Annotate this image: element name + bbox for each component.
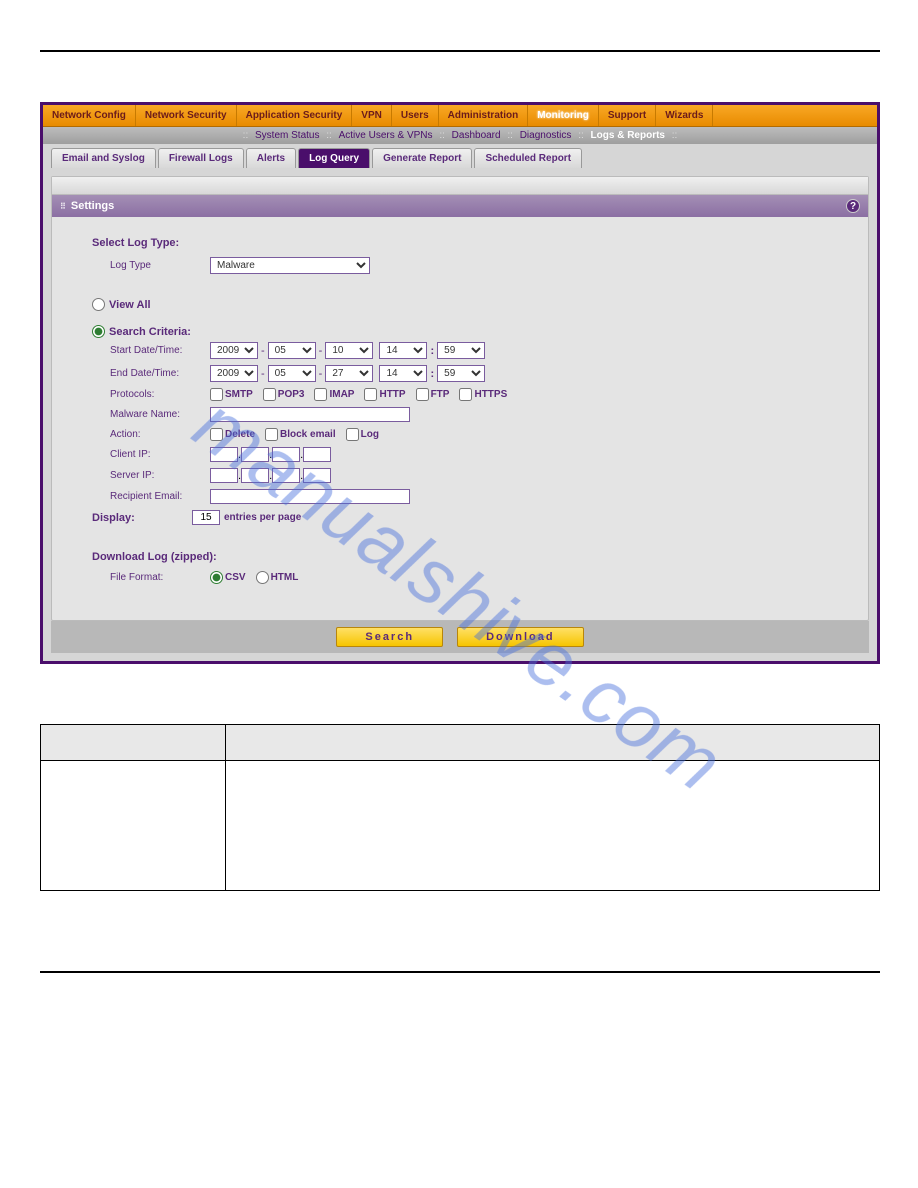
nav-administration[interactable]: Administration bbox=[439, 105, 529, 126]
tab-bar: Email and Syslog Firewall Logs Alerts Lo… bbox=[43, 144, 877, 168]
search-criteria-label: Search Criteria: bbox=[109, 326, 191, 338]
protocol-http-checkbox[interactable] bbox=[364, 388, 377, 401]
start-day-select[interactable]: 10 bbox=[325, 342, 373, 359]
select-log-type-heading: Select Log Type: bbox=[92, 237, 828, 249]
subnav-diagnostics[interactable]: Diagnostics bbox=[518, 130, 574, 141]
tab-firewall-logs[interactable]: Firewall Logs bbox=[158, 148, 244, 168]
subnav-active-users[interactable]: Active Users & VPNs bbox=[337, 130, 435, 141]
entries-per-page-label: entries per page bbox=[224, 512, 301, 523]
protocols-label: Protocols: bbox=[110, 389, 210, 400]
search-button[interactable]: Search bbox=[336, 627, 443, 647]
server-ip-2-input[interactable] bbox=[241, 468, 269, 483]
sub-nav: :: System Status :: Active Users & VPNs … bbox=[43, 127, 877, 144]
recipient-email-input[interactable] bbox=[210, 489, 410, 504]
server-ip-3-input[interactable] bbox=[272, 468, 300, 483]
client-ip-1-input[interactable] bbox=[210, 447, 238, 462]
nav-support[interactable]: Support bbox=[599, 105, 656, 126]
subnav-system-status[interactable]: System Status bbox=[253, 130, 321, 141]
protocol-smtp-checkbox[interactable] bbox=[210, 388, 223, 401]
nav-vpn[interactable]: VPN bbox=[352, 105, 392, 126]
tab-generate-report[interactable]: Generate Report bbox=[372, 148, 472, 168]
download-button[interactable]: Download bbox=[457, 627, 584, 647]
protocol-https-checkbox[interactable] bbox=[459, 388, 472, 401]
button-bar: Search Download bbox=[51, 621, 869, 653]
tab-log-query[interactable]: Log Query bbox=[298, 148, 370, 168]
nav-users[interactable]: Users bbox=[392, 105, 439, 126]
log-type-select[interactable]: Malware bbox=[210, 257, 370, 274]
download-log-heading: Download Log (zipped): bbox=[92, 551, 828, 563]
file-format-label: File Format: bbox=[110, 572, 210, 583]
tab-alerts[interactable]: Alerts bbox=[246, 148, 296, 168]
protocol-ftp-checkbox[interactable] bbox=[416, 388, 429, 401]
end-year-select[interactable]: 2009 bbox=[210, 365, 258, 382]
tab-scheduled-report[interactable]: Scheduled Report bbox=[474, 148, 582, 168]
recipient-email-label: Recipient Email: bbox=[110, 491, 210, 502]
description-table bbox=[40, 724, 880, 891]
panel-wrap: ⠿Settings ? Select Log Type: Log Type Ma… bbox=[43, 168, 877, 661]
action-label: Action: bbox=[110, 429, 210, 440]
nav-application-security[interactable]: Application Security bbox=[237, 105, 353, 126]
action-delete-checkbox[interactable] bbox=[210, 428, 223, 441]
start-min-select[interactable]: 59 bbox=[437, 342, 485, 359]
help-icon[interactable]: ? bbox=[846, 199, 860, 213]
start-year-select[interactable]: 2009 bbox=[210, 342, 258, 359]
view-all-radio[interactable] bbox=[92, 298, 105, 311]
client-ip-4-input[interactable] bbox=[303, 447, 331, 462]
server-ip-4-input[interactable] bbox=[303, 468, 331, 483]
start-hour-select[interactable]: 14 bbox=[379, 342, 427, 359]
nav-network-config[interactable]: Network Config bbox=[43, 105, 136, 126]
server-ip-1-input[interactable] bbox=[210, 468, 238, 483]
client-ip-2-input[interactable] bbox=[241, 447, 269, 462]
subnav-dashboard[interactable]: Dashboard bbox=[450, 130, 503, 141]
nav-network-security[interactable]: Network Security bbox=[136, 105, 237, 126]
actions-group: Delete Block email Log bbox=[210, 428, 379, 441]
client-ip-label: Client IP: bbox=[110, 449, 210, 460]
start-month-select[interactable]: 05 bbox=[268, 342, 316, 359]
log-type-label: Log Type bbox=[110, 260, 210, 271]
main-nav: Network Config Network Security Applicat… bbox=[43, 105, 877, 127]
malware-name-label: Malware Name: bbox=[110, 409, 210, 420]
end-date-label: End Date/Time: bbox=[110, 368, 210, 379]
panel-header: ⠿Settings ? bbox=[52, 195, 868, 217]
nav-wizards[interactable]: Wizards bbox=[656, 105, 713, 126]
end-day-select[interactable]: 27 bbox=[325, 365, 373, 382]
protocol-pop3-checkbox[interactable] bbox=[263, 388, 276, 401]
file-format-csv-radio[interactable] bbox=[210, 571, 223, 584]
malware-name-input[interactable] bbox=[210, 407, 410, 422]
end-hour-select[interactable]: 14 bbox=[379, 365, 427, 382]
action-log-checkbox[interactable] bbox=[346, 428, 359, 441]
view-all-label: View All bbox=[109, 299, 151, 311]
server-ip-label: Server IP: bbox=[110, 470, 210, 481]
protocol-imap-checkbox[interactable] bbox=[314, 388, 327, 401]
protocols-group: SMTP POP3 IMAP HTTP FTP HTTPS bbox=[210, 388, 507, 401]
start-date-label: Start Date/Time: bbox=[110, 345, 210, 356]
file-format-html-radio[interactable] bbox=[256, 571, 269, 584]
display-count-input[interactable] bbox=[192, 510, 220, 525]
nav-monitoring[interactable]: Monitoring bbox=[528, 105, 599, 126]
subnav-logs-reports[interactable]: Logs & Reports bbox=[589, 130, 667, 141]
action-block-email-checkbox[interactable] bbox=[265, 428, 278, 441]
end-min-select[interactable]: 59 bbox=[437, 365, 485, 382]
search-criteria-radio[interactable] bbox=[92, 325, 105, 338]
tab-email-syslog[interactable]: Email and Syslog bbox=[51, 148, 156, 168]
end-month-select[interactable]: 05 bbox=[268, 365, 316, 382]
display-label: Display: bbox=[92, 512, 192, 524]
client-ip-3-input[interactable] bbox=[272, 447, 300, 462]
panel-title: Settings bbox=[71, 200, 114, 212]
app-window: Network Config Network Security Applicat… bbox=[40, 102, 880, 664]
